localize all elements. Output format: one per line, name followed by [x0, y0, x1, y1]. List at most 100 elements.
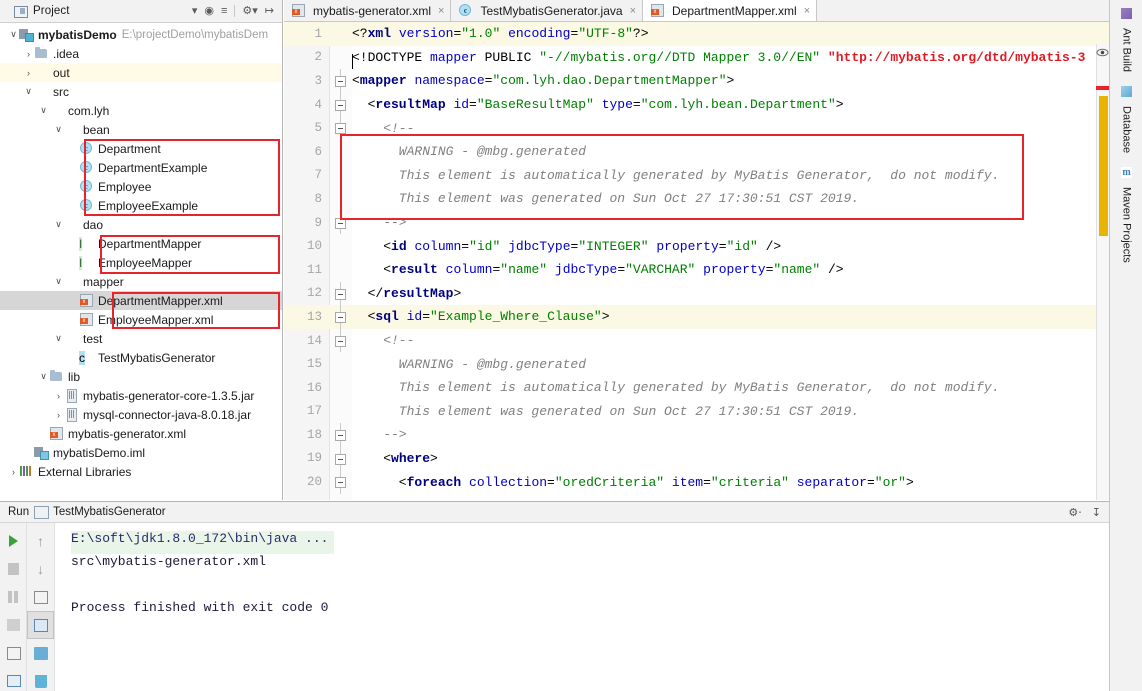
tree-item[interactable]: I DepartmentMapper	[0, 234, 282, 253]
tree-item[interactable]: DepartmentMapper.xml	[0, 291, 282, 310]
tree-item[interactable]: EmployeeMapper.xml	[0, 310, 282, 329]
tree-item[interactable]: c Employee	[0, 177, 282, 196]
code-line[interactable]: 11 <result column="name" jdbcType="VARCH…	[284, 258, 1109, 282]
project-tree[interactable]: ∨ mybatisDemo E:\projectDemo\mybatisDem › .i…	[0, 23, 282, 500]
fold-marker[interactable]	[330, 116, 352, 140]
tree-item[interactable]: c Department	[0, 139, 282, 158]
tree-item[interactable]: › mybatis-generator-core-1.3.5.jar	[0, 386, 282, 405]
rerun-icon[interactable]	[0, 527, 27, 555]
code-line[interactable]: 1 <?xml version="1.0" encoding="UTF-8"?>	[284, 22, 1109, 46]
tree-item[interactable]: ∨ bean	[0, 120, 282, 139]
code-lines[interactable]: 1 <?xml version="1.0" encoding="UTF-8"?> 2…	[284, 22, 1109, 494]
tree-item[interactable]: › out	[0, 63, 282, 82]
layout-icon[interactable]	[0, 667, 27, 691]
fold-marker[interactable]	[330, 305, 352, 329]
tool-window-tab[interactable]: Database	[1117, 86, 1136, 159]
tree-item[interactable]: mybatisDemo.iml	[0, 443, 282, 462]
code-line[interactable]: 3 <mapper namespace="com.lyh.dao.Departme…	[284, 69, 1109, 93]
fold-marker[interactable]	[330, 164, 352, 188]
code-line[interactable]: 9 -->	[284, 210, 1109, 235]
chevron-down-icon[interactable]: ∨	[23, 86, 34, 97]
tree-item[interactable]: ∨ mapper	[0, 272, 282, 291]
tool-window-tab[interactable]: m Maven Projects	[1117, 167, 1136, 269]
fold-marker[interactable]	[330, 470, 352, 494]
collapse-chevron-icon[interactable]: ▾	[192, 5, 198, 17]
hide-icon[interactable]: ↦	[265, 5, 274, 17]
scroll-up-icon[interactable]: ↑	[27, 527, 54, 555]
error-marker[interactable]	[1096, 86, 1109, 90]
tree-item[interactable]: I EmployeeMapper	[0, 253, 282, 272]
code-line[interactable]: 4 <resultMap id="BaseResultMap" type="co…	[284, 92, 1109, 117]
tree-item[interactable]: ∨ src	[0, 82, 282, 101]
eye-icon[interactable]	[1096, 46, 1109, 59]
code-line[interactable]: 17 This element was generated on Sun Oct…	[284, 400, 1109, 424]
chevron-down-icon[interactable]: ∨	[38, 371, 49, 382]
fold-marker[interactable]	[330, 210, 352, 235]
fold-marker[interactable]	[330, 69, 352, 93]
code-line[interactable]: 18 -->	[284, 423, 1109, 447]
tree-item[interactable]: ∨ lib	[0, 367, 282, 386]
chevron-down-icon[interactable]: ∨	[53, 333, 64, 344]
collapse-all-icon[interactable]: ≡	[221, 5, 227, 17]
tree-item[interactable]: › External Libraries	[0, 462, 282, 481]
chevron-down-icon[interactable]: ∨	[53, 219, 64, 230]
scroll-to-end-icon[interactable]	[27, 611, 54, 639]
chevron-down-icon[interactable]: ∨	[38, 105, 49, 116]
chevron-right-icon[interactable]: ›	[8, 467, 19, 477]
tree-item[interactable]: c EmployeeExample	[0, 196, 282, 215]
code-line[interactable]: 7 This element is automatically generate…	[284, 164, 1109, 188]
tree-item[interactable]: › mysql-connector-java-8.0.18.jar	[0, 405, 282, 424]
fold-marker[interactable]	[330, 352, 352, 376]
tree-item[interactable]: c DepartmentExample	[0, 158, 282, 177]
code-line[interactable]: 12 </resultMap>	[284, 281, 1109, 306]
code-line[interactable]: 10 <id column="id" jdbcType="INTEGER" pr…	[284, 234, 1109, 258]
chevron-right-icon[interactable]: ›	[23, 49, 34, 59]
tree-item[interactable]: ∨ dao	[0, 215, 282, 234]
code-line[interactable]: 19 <where>	[284, 446, 1109, 471]
code-line[interactable]: 15 WARNING - @mbg.generated	[284, 352, 1109, 376]
chevron-down-icon[interactable]: ∨	[8, 29, 19, 40]
code-line[interactable]: 16 This element is automatically generat…	[284, 376, 1109, 400]
code-line[interactable]: 5 <!--	[284, 116, 1109, 140]
camera-icon[interactable]	[0, 611, 27, 639]
print-icon[interactable]	[27, 639, 54, 667]
clear-all-icon[interactable]	[27, 667, 54, 691]
fold-marker[interactable]	[330, 92, 352, 117]
fold-marker[interactable]	[330, 446, 352, 471]
attach-icon[interactable]	[0, 639, 27, 667]
fold-marker[interactable]	[330, 281, 352, 306]
tree-item[interactable]: mybatis-generator.xml	[0, 424, 282, 443]
editor-tab[interactable]: c TestMybatisGenerator.java ×	[451, 0, 643, 21]
tree-item[interactable]: ∨ mybatisDemo E:\projectDemo\mybatisDem	[0, 25, 282, 44]
run-console-output[interactable]: E:\soft\jdk1.8.0_172\bin\java ... src\myb…	[55, 523, 1109, 691]
fold-marker[interactable]	[330, 376, 352, 400]
code-line[interactable]: 14 <!--	[284, 328, 1109, 353]
fold-marker[interactable]	[330, 400, 352, 424]
editor-tab[interactable]: mybatis-generator.xml ×	[284, 0, 452, 21]
gear-icon[interactable]: ⚙⋅	[1068, 506, 1081, 519]
tree-item[interactable]: ∨ com.lyh	[0, 101, 282, 120]
code-line[interactable]: 6 WARNING - @mbg.generated	[284, 140, 1109, 164]
code-line[interactable]: 20 <foreach collection="oredCriteria" it…	[284, 470, 1109, 494]
hide-panel-icon[interactable]: ↧	[1092, 506, 1101, 519]
fold-marker[interactable]	[330, 22, 352, 46]
gear-icon[interactable]: ⚙▾	[242, 5, 257, 17]
chevron-right-icon[interactable]: ›	[53, 410, 64, 420]
close-icon[interactable]: ×	[438, 5, 444, 17]
chevron-right-icon[interactable]: ›	[53, 391, 64, 401]
code-line[interactable]: 8 This element was generated on Sun Oct …	[284, 187, 1109, 211]
locate-icon[interactable]: ◉	[204, 5, 214, 17]
stop-icon[interactable]	[0, 555, 27, 583]
code-line[interactable]: 13 <sql id="Example_Where_Clause">	[284, 305, 1109, 329]
fold-marker[interactable]	[330, 258, 352, 282]
close-icon[interactable]: ×	[630, 5, 636, 17]
scrollbar-thumb[interactable]	[1099, 96, 1108, 236]
fold-marker[interactable]	[330, 140, 352, 164]
chevron-right-icon[interactable]: ›	[23, 68, 34, 78]
tree-item[interactable]: c TestMybatisGenerator	[0, 348, 282, 367]
fold-marker[interactable]	[330, 423, 352, 447]
editor-scrollbar[interactable]	[1096, 44, 1109, 500]
fold-marker[interactable]	[330, 234, 352, 258]
chevron-down-icon[interactable]: ∨	[53, 124, 64, 135]
fold-marker[interactable]	[330, 328, 352, 353]
